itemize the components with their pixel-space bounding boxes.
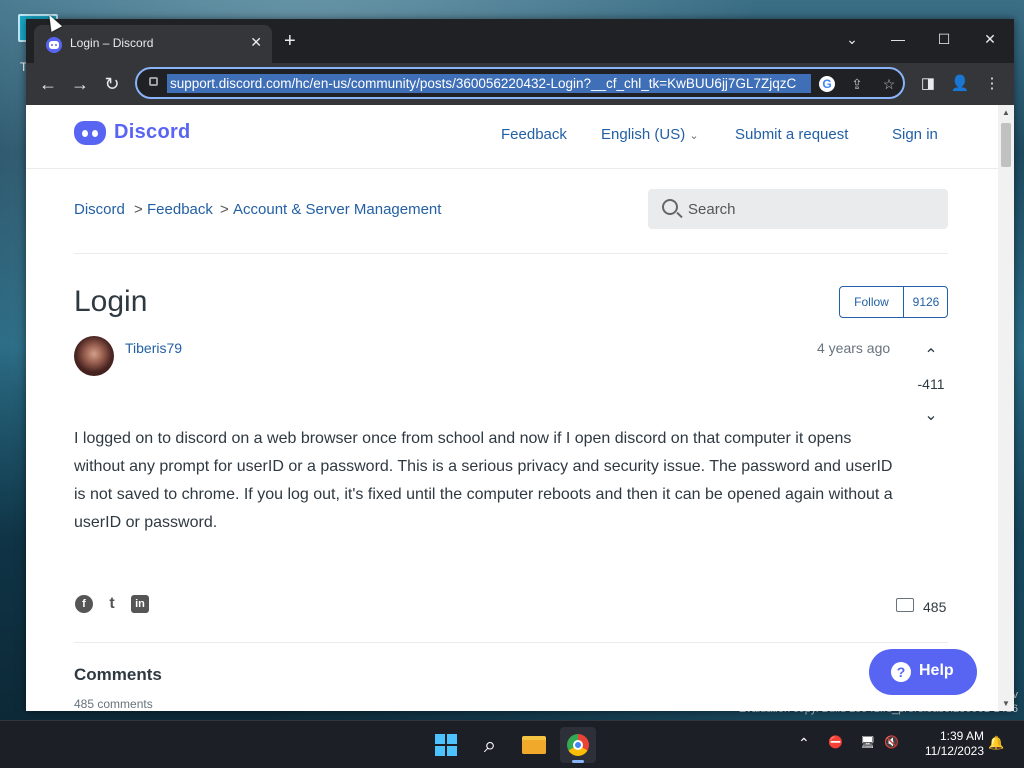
language-selector[interactable]: English (US) ⌄ bbox=[601, 126, 699, 143]
scrollbar-thumb[interactable] bbox=[1001, 123, 1011, 167]
share-icon[interactable]: ⇪ bbox=[847, 74, 867, 94]
windows-logo-icon bbox=[447, 734, 457, 744]
clock-date: 11/12/2023 bbox=[924, 744, 984, 758]
close-window-button[interactable]: ✕ bbox=[970, 25, 1010, 53]
forward-button[interactable]: → bbox=[66, 70, 94, 98]
network-off-icon[interactable]: ⛔ bbox=[828, 735, 843, 749]
maximize-button[interactable]: ☐ bbox=[924, 25, 964, 53]
windows-logo-icon bbox=[435, 734, 445, 744]
search-placeholder: Search bbox=[688, 201, 736, 218]
search-icon bbox=[662, 199, 678, 215]
web-page: Discord Feedback English (US) ⌄ Submit a… bbox=[26, 105, 998, 711]
post-title: Login bbox=[74, 285, 148, 318]
breadcrumb-discord[interactable]: Discord bbox=[74, 201, 125, 218]
help-label: Help bbox=[919, 662, 954, 679]
file-explorer-button[interactable] bbox=[516, 727, 552, 763]
lock-icon[interactable] bbox=[149, 77, 158, 86]
discord-favicon-icon bbox=[46, 37, 62, 53]
nav-feedback-link[interactable]: Feedback bbox=[501, 126, 567, 143]
chevron-down-icon: ⌄ bbox=[689, 130, 699, 142]
question-icon: ? bbox=[891, 662, 911, 682]
breadcrumb-separator: > bbox=[134, 201, 143, 218]
search-box[interactable]: Search bbox=[648, 189, 948, 229]
display-icon[interactable]: 🖥 bbox=[860, 735, 875, 749]
language-label: English (US) bbox=[601, 126, 686, 143]
back-button[interactable]: ← bbox=[34, 70, 62, 98]
tab-title: Login – Discord bbox=[70, 36, 154, 50]
minimize-button[interactable]: — bbox=[878, 25, 918, 53]
vote-down-icon[interactable]: ⌄ bbox=[920, 405, 942, 425]
avatar[interactable] bbox=[74, 336, 114, 376]
chrome-taskbar-button[interactable] bbox=[560, 727, 596, 763]
page-scrollbar[interactable]: ▲ ▼ bbox=[998, 105, 1014, 711]
profile-icon[interactable]: 👤 bbox=[948, 72, 972, 96]
help-button[interactable]: ? Help bbox=[869, 649, 977, 695]
side-panel-icon[interactable]: ◨ bbox=[916, 72, 940, 96]
chrome-icon bbox=[567, 734, 589, 756]
taskbar: ⌕ ⌃ ⛔ 🖥 🔇 1:39 AM 11/12/2023 🔔 bbox=[0, 720, 1024, 768]
tab-search-button[interactable]: ⌄ bbox=[832, 25, 872, 53]
notification-bell-icon[interactable]: 🔔 bbox=[988, 735, 1004, 751]
tray-overflow-icon[interactable]: ⌃ bbox=[798, 735, 810, 752]
facebook-icon[interactable]: f bbox=[75, 595, 93, 613]
comments-heading: Comments bbox=[74, 665, 162, 684]
comment-count-value: 485 bbox=[923, 599, 947, 615]
breadcrumb-separator: > bbox=[220, 201, 229, 218]
google-lens-icon[interactable]: G bbox=[819, 76, 835, 92]
breadcrumb-feedback[interactable]: Feedback bbox=[147, 201, 213, 218]
start-button[interactable] bbox=[428, 727, 464, 763]
folder-front-icon bbox=[522, 740, 546, 754]
reload-button[interactable]: ↻ bbox=[98, 70, 126, 98]
scroll-up-icon[interactable]: ▲ bbox=[1002, 108, 1010, 117]
linkedin-icon[interactable]: in bbox=[131, 595, 149, 613]
follow-button[interactable]: Follow 9126 bbox=[839, 286, 948, 318]
follow-label[interactable]: Follow bbox=[840, 287, 904, 317]
post-author-link[interactable]: Tiberis79 bbox=[125, 340, 182, 356]
url-text[interactable]: support.discord.com/hc/en-us/community/p… bbox=[167, 74, 811, 93]
address-bar[interactable]: support.discord.com/hc/en-us/community/p… bbox=[135, 67, 905, 99]
browser-tab[interactable]: Login – Discord ✕ bbox=[34, 25, 272, 63]
vote-up-icon[interactable]: ⌃ bbox=[920, 345, 942, 365]
divider bbox=[74, 642, 948, 643]
divider bbox=[74, 253, 948, 254]
new-tab-button[interactable]: + bbox=[284, 31, 296, 51]
windows-logo-icon bbox=[435, 746, 445, 756]
comments-subheading: 485 comments bbox=[74, 697, 153, 711]
vote-score: -411 bbox=[917, 376, 945, 392]
logo-text: Discord bbox=[114, 121, 191, 143]
breadcrumb-account-server[interactable]: Account & Server Management bbox=[233, 201, 441, 218]
submit-request-link[interactable]: Submit a request bbox=[735, 126, 848, 143]
browser-menu-icon[interactable]: ⋮ bbox=[980, 72, 1004, 96]
tab-close-icon[interactable]: ✕ bbox=[250, 34, 262, 51]
volume-muted-icon[interactable]: 🔇 bbox=[884, 735, 899, 749]
site-header: Discord Feedback English (US) ⌄ Submit a… bbox=[26, 105, 998, 169]
twitter-icon[interactable]: t bbox=[103, 595, 121, 613]
browser-window: Login – Discord ✕ + ⌄ — ☐ ✕ ← → ↻ suppor… bbox=[26, 19, 1014, 711]
clock-time: 1:39 AM bbox=[939, 729, 984, 743]
windows-logo-icon bbox=[447, 746, 457, 756]
browser-titlebar: Login – Discord ✕ + ⌄ — ☐ ✕ bbox=[26, 19, 1014, 63]
follower-count: 9126 bbox=[912, 295, 940, 309]
browser-toolbar: ← → ↻ support.discord.com/hc/en-us/commu… bbox=[26, 63, 1014, 105]
post-body: I logged on to discord on a web browser … bbox=[74, 430, 893, 531]
system-clock[interactable]: 1:39 AM 11/12/2023 bbox=[912, 729, 984, 759]
bookmark-star-icon[interactable]: ☆ bbox=[879, 74, 899, 94]
discord-logo-icon bbox=[74, 121, 106, 145]
active-indicator bbox=[572, 760, 584, 763]
taskbar-search-button[interactable]: ⌕ bbox=[472, 727, 508, 763]
post-date: 4 years ago bbox=[817, 340, 891, 356]
comment-bubble-icon bbox=[896, 598, 914, 612]
scroll-down-icon[interactable]: ▼ bbox=[1002, 699, 1010, 708]
sign-in-link[interactable]: Sign in bbox=[892, 126, 938, 143]
